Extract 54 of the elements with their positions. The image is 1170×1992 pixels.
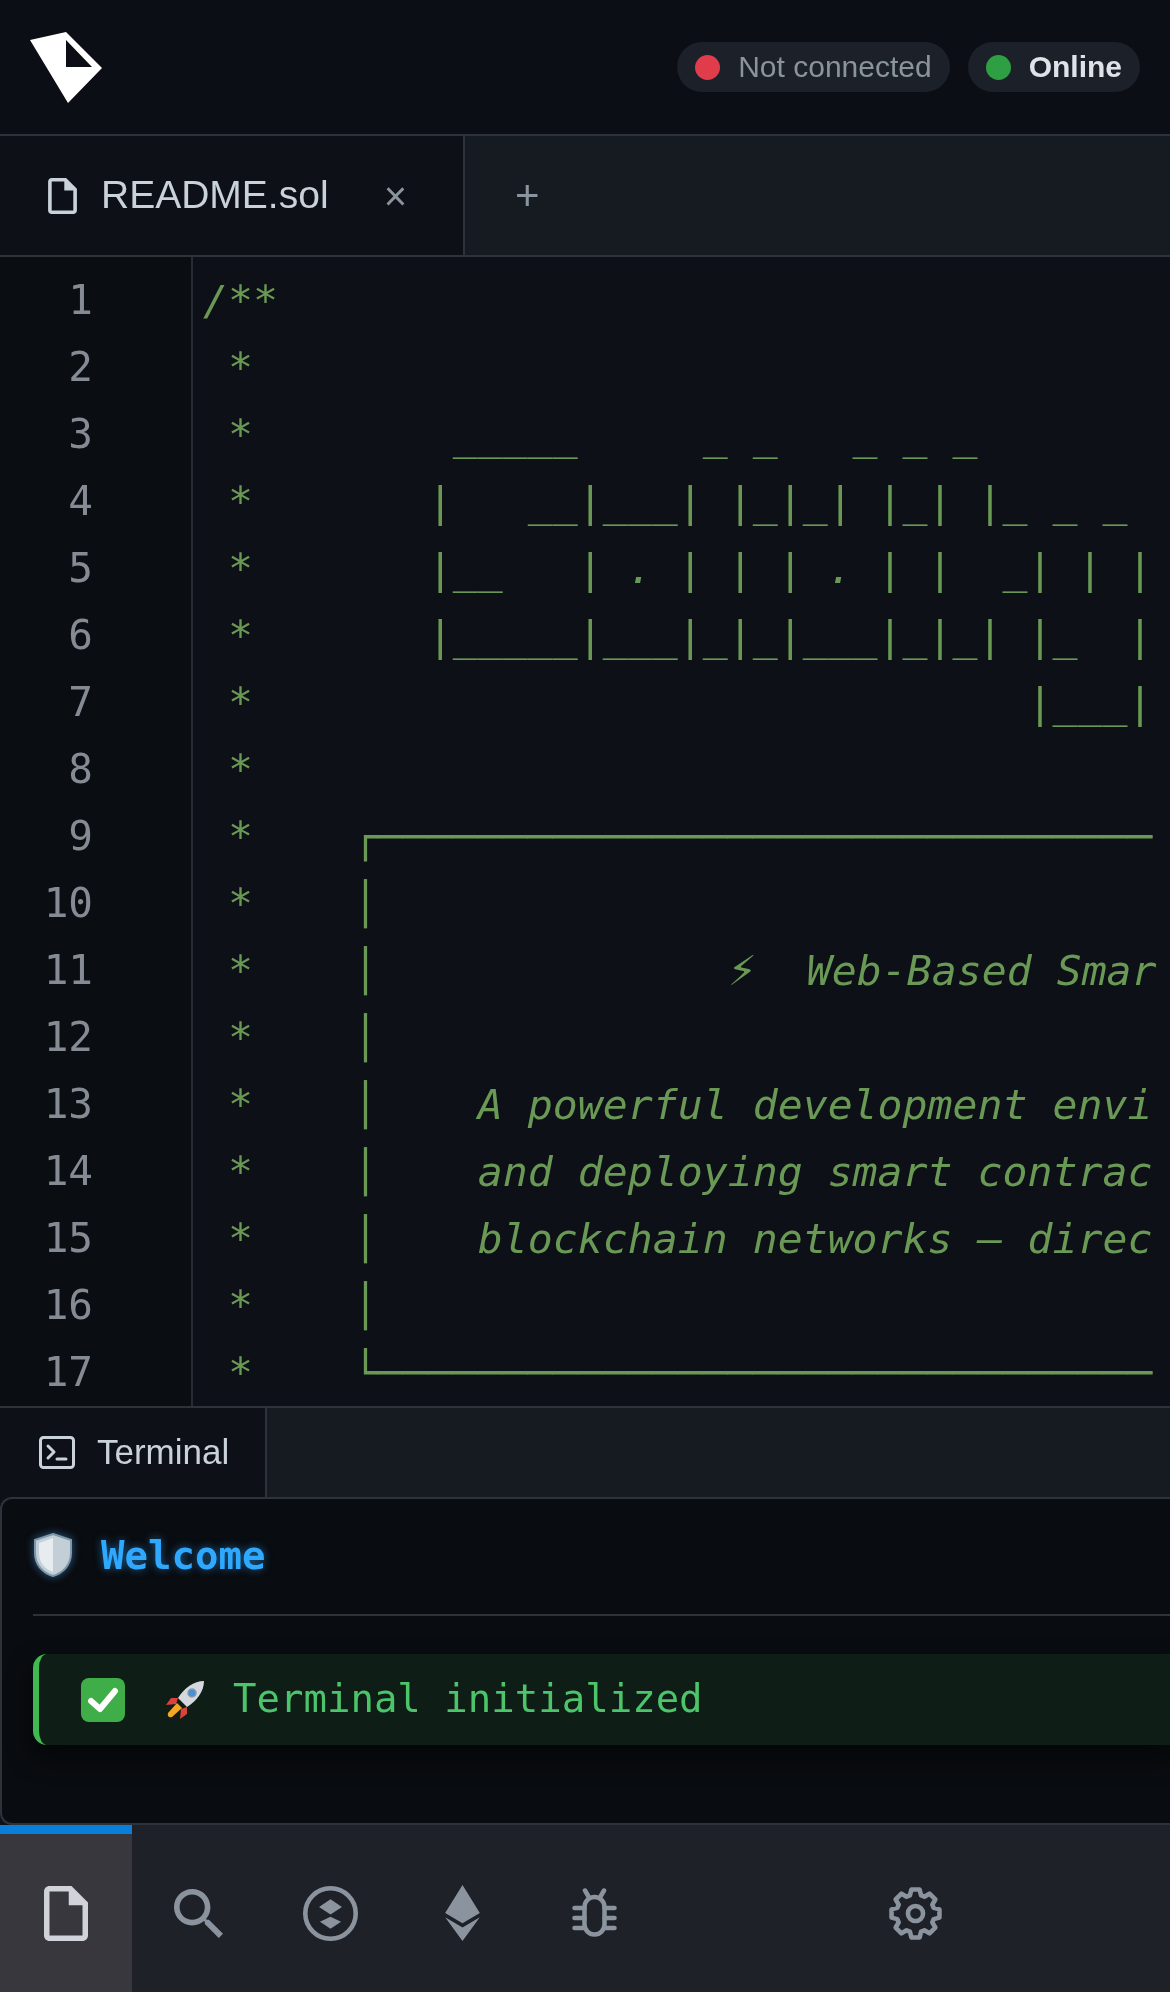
line-number: 1 <box>68 275 93 326</box>
close-tab-button[interactable]: × <box>383 175 407 216</box>
stack-circle-icon <box>302 1885 358 1941</box>
settings-icon <box>887 1885 943 1941</box>
shield-icon <box>33 1533 73 1577</box>
line-number: 17 <box>43 1347 93 1398</box>
search-icon <box>173 1888 223 1938</box>
nav-button[interactable] <box>0 1825 132 1992</box>
status-label: Online <box>1028 52 1122 82</box>
code-line: * ┌─────────────────────────────── <box>227 811 1153 864</box>
line-number: 4 <box>68 476 93 527</box>
app-logo <box>30 31 102 103</box>
line-number: 6 <box>68 610 93 661</box>
line-number: 14 <box>43 1146 93 1197</box>
welcome-heading: Welcome <box>101 1535 266 1575</box>
code-line: * │ <box>227 878 378 931</box>
ethereum-icon <box>444 1885 480 1941</box>
new-tab-button[interactable]: + <box>515 174 540 217</box>
line-number: 2 <box>68 342 93 393</box>
line-number: 7 <box>68 677 93 728</box>
code-line: * └─────────────────────────────── <box>227 1347 1153 1399</box>
file-tab[interactable]: README.sol × <box>0 136 465 255</box>
code-line: * │ ⚡ Web-Based Smar <box>227 945 1157 998</box>
line-number: 5 <box>68 543 93 594</box>
terminal-icon <box>39 1436 75 1469</box>
code-line: * <box>227 744 253 796</box>
code-line: * │ blockchain networks – direc <box>227 1213 1153 1266</box>
code-line: * │ A powerful development envi <box>227 1079 1153 1132</box>
line-number: 16 <box>43 1280 93 1331</box>
bug-icon <box>571 1888 617 1938</box>
check-icon <box>81 1677 125 1722</box>
code-line: * │ <box>227 1280 378 1333</box>
code-line: * |__ | . | | | . | | _| | | <box>227 543 1153 595</box>
line-number: 12 <box>43 1012 93 1063</box>
code-line: * |___| <box>227 677 1153 729</box>
code-line: * │ and deploying smart contrac <box>227 1146 1153 1199</box>
line-number: 10 <box>43 878 93 929</box>
line-number: 11 <box>43 945 93 996</box>
status-label: Not connected <box>738 52 932 82</box>
line-number: 9 <box>68 811 93 862</box>
file-icon <box>44 1885 88 1941</box>
file-icon <box>48 177 77 214</box>
terminal-tab[interactable]: Terminal <box>0 1408 267 1497</box>
code-line: * |_____|___|_|_|___|_|_| |_ | <box>227 610 1153 662</box>
code-line: * │ <box>227 1012 378 1065</box>
line-number: 13 <box>43 1079 93 1130</box>
code-line: /** <box>203 275 278 327</box>
line-number: 8 <box>68 744 93 795</box>
message-text: Terminal initialized <box>233 1675 703 1724</box>
code-line: * <box>227 342 253 394</box>
line-number: 3 <box>68 409 93 460</box>
code-line: * _____ _ _ _ _ _ <box>227 409 978 461</box>
line-number: 15 <box>43 1213 93 1264</box>
code-line: * | __|___| |_|_| |_| |_ _ _ <box>227 476 1128 528</box>
